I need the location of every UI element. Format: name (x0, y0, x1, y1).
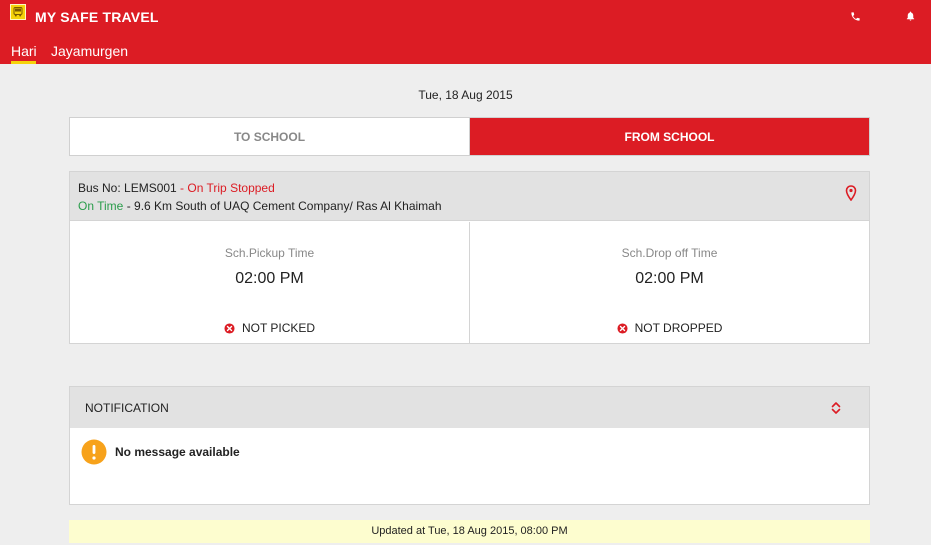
warning-circle-icon (81, 439, 107, 465)
notification-message: No message available (81, 439, 240, 465)
dropoff-time-value: 02:00 PM (635, 270, 704, 287)
app-title: MY SAFE TRAVEL (35, 9, 159, 25)
dropoff-status-text: NOT DROPPED (634, 321, 723, 335)
pickup-status-text: NOT PICKED (241, 321, 316, 335)
notification-message-text: No message available (115, 445, 240, 459)
bus-status-card: Bus No: LEMS001 - On Trip Stopped On Tim… (69, 171, 870, 344)
to-school-button[interactable]: TO SCHOOL (70, 118, 470, 155)
trip-status: - On Trip Stopped (176, 181, 275, 195)
phone-icon[interactable] (847, 8, 863, 24)
notification-header[interactable]: NOTIFICATION (70, 387, 869, 428)
tab-hari[interactable]: Hari (11, 43, 37, 64)
map-pin-icon[interactable] (845, 185, 857, 202)
bus-info-line: Bus No: LEMS001 - On Trip Stopped (78, 181, 275, 195)
dropoff-status: NOT DROPPED (470, 321, 869, 335)
cancel-circle-icon (617, 322, 628, 334)
pickup-time-value: 02:00 PM (235, 270, 304, 287)
current-date: Tue, 18 Aug 2015 (418, 88, 513, 102)
dropoff-panel: Sch.Drop off Time 02:00 PM NOT DROPPED (470, 222, 869, 343)
bus-logo-icon (10, 4, 26, 20)
from-school-button[interactable]: FROM SCHOOL (470, 118, 869, 155)
cancel-circle-icon (224, 322, 235, 334)
app-bar: MY SAFE TRAVEL Hari Jayamurgen (0, 0, 931, 64)
last-updated-bar: Updated at Tue, 18 Aug 2015, 08:00 PM (69, 520, 870, 543)
notification-card: NOTIFICATION No message available (69, 386, 870, 505)
bus-location: - 9.6 Km South of UAQ Cement Company/ Ra… (123, 199, 442, 213)
notification-title: NOTIFICATION (85, 401, 169, 415)
pickup-panel: Sch.Pickup Time 02:00 PM NOT PICKED (70, 222, 470, 343)
bus-number: Bus No: LEMS001 (78, 181, 177, 195)
expand-collapse-icon[interactable] (830, 401, 842, 415)
tab-jayamurgen[interactable]: Jayamurgen (51, 43, 128, 64)
bell-icon[interactable] (902, 8, 918, 24)
pickup-time-label: Sch.Pickup Time (224, 246, 315, 260)
bus-status-header: Bus No: LEMS001 - On Trip Stopped On Tim… (70, 172, 869, 221)
trip-direction-toggle: TO SCHOOL FROM SCHOOL (69, 117, 870, 156)
pickup-status: NOT PICKED (70, 321, 469, 335)
dropoff-time-label: Sch.Drop off Time (621, 246, 718, 260)
child-tabs: Hari Jayamurgen (0, 38, 600, 64)
bus-location-line: On Time - 9.6 Km South of UAQ Cement Com… (78, 199, 442, 213)
timeliness-status: On Time (78, 199, 124, 213)
